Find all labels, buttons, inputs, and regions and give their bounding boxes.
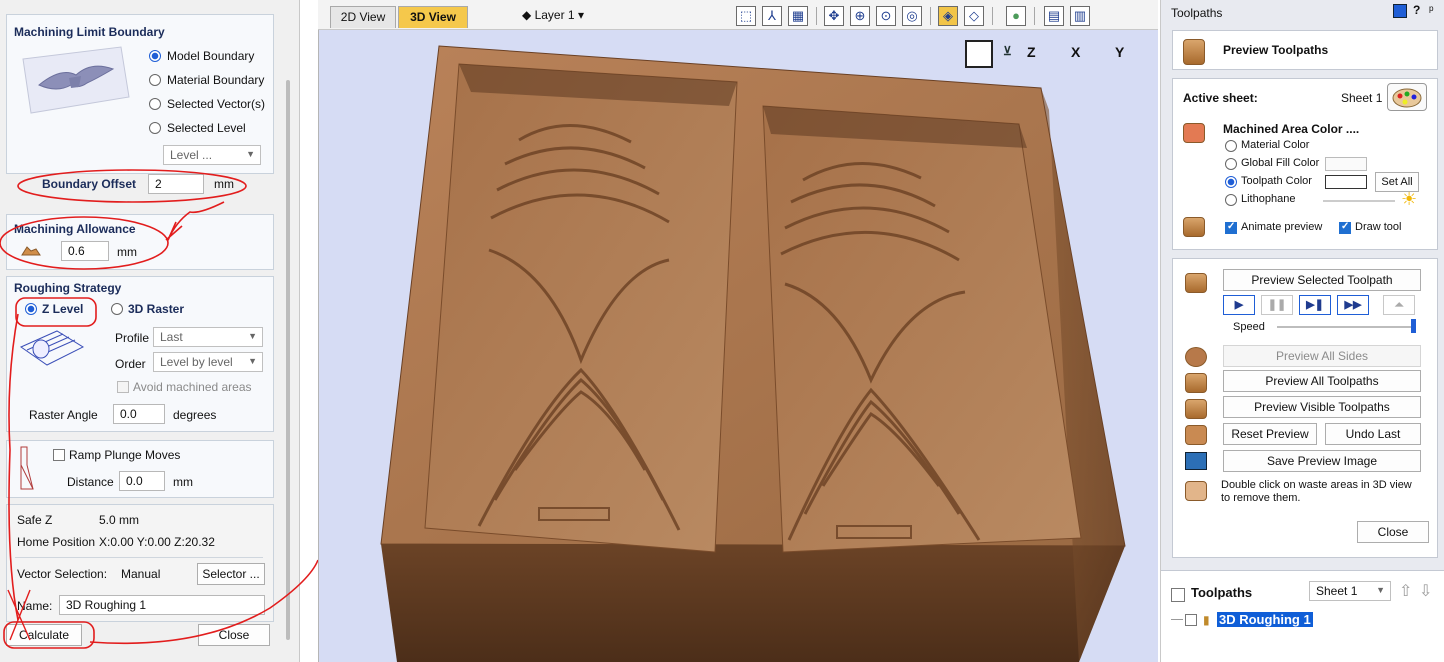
sun-icon: ☀: [1401, 189, 1418, 209]
animate-preview-label: Animate preview: [1241, 221, 1323, 233]
zoom-box-icon[interactable]: ⊙: [876, 6, 896, 26]
play-icon[interactable]: ▶: [1223, 295, 1255, 315]
draw-tool-checkbox[interactable]: [1339, 221, 1351, 234]
chevron-down-icon: ▾: [577, 8, 584, 22]
skip-to-end-icon[interactable]: ⏶: [1383, 295, 1415, 315]
lithophane-label: Lithophane: [1241, 193, 1296, 205]
toolpath-item-checkbox[interactable]: [1185, 614, 1197, 626]
step-icon[interactable]: ▶❚: [1299, 295, 1331, 315]
toolpath-item-icon: ▮: [1203, 613, 1210, 627]
split-view-icon[interactable]: ▥: [1070, 6, 1090, 26]
layer-icon: ◆: [522, 8, 532, 22]
layout-icon[interactable]: ▤: [1044, 6, 1064, 26]
help-icon[interactable]: ?: [1413, 3, 1420, 17]
close-preview-button[interactable]: Close: [1357, 521, 1429, 543]
fast-forward-icon[interactable]: ▶▶: [1337, 295, 1369, 315]
panel-title: Toolpaths: [1171, 6, 1223, 20]
preview-visible-toolpaths-button[interactable]: Preview Visible Toolpaths: [1223, 396, 1421, 418]
shade-icon[interactable]: ◈: [938, 6, 958, 26]
tree-line: [1171, 619, 1183, 620]
toolpath-color-label: Toolpath Color: [1241, 175, 1312, 187]
red-annotations: [0, 169, 319, 649]
animate-preview-checkbox[interactable]: [1225, 221, 1237, 234]
3d-view-canvas[interactable]: ⊻ Z X Y: [318, 0, 1158, 662]
preview-all-sides-button[interactable]: Preview All Sides: [1223, 345, 1421, 367]
pin-icon[interactable]: ᵖ: [1429, 3, 1434, 17]
material-color-label: Material Color: [1241, 139, 1310, 151]
display-options-card: Active sheet: Sheet 1 Machined Area Colo…: [1172, 78, 1438, 250]
grid-icon[interactable]: ▦: [788, 6, 808, 26]
view-x-icon[interactable]: X: [1071, 44, 1080, 60]
iso-view-icon[interactable]: ⊻: [1003, 44, 1012, 58]
global-fill-radio[interactable]: [1225, 158, 1237, 170]
material-color-radio[interactable]: [1225, 140, 1237, 152]
undo-last-button[interactable]: Undo Last: [1325, 423, 1421, 445]
reset-preview-button[interactable]: Reset Preview: [1223, 423, 1317, 445]
speed-slider[interactable]: [1277, 326, 1413, 328]
save-preview-image-button[interactable]: Save Preview Image: [1223, 450, 1421, 472]
toolpaths-list-panel: Toolpaths Sheet 1 ▼ ⇧ ⇩ ▮ 3D Roughing 1: [1161, 570, 1444, 662]
pin-window-icon[interactable]: [1393, 4, 1407, 18]
snap-icon[interactable]: ⅄: [762, 6, 782, 26]
preview-header: Preview Toolpaths: [1172, 30, 1438, 70]
layer-label: Layer 1: [534, 8, 575, 22]
toolpaths-visibility-checkbox[interactable]: [1171, 588, 1185, 602]
toolpath-color-radio[interactable]: [1225, 176, 1237, 188]
palette-icon[interactable]: [1387, 83, 1427, 111]
global-fill-label: Global Fill Color: [1241, 157, 1320, 169]
view-y-icon[interactable]: Y: [1115, 44, 1124, 60]
view-toolbar: 2D View 3D View ◆ Layer 1 ▾ ⬚ ⅄ ▦ ✥ ⊕ ⊙ …: [318, 0, 1158, 30]
lithophane-radio[interactable]: [1225, 194, 1237, 206]
speed-label: Speed: [1233, 321, 1265, 333]
toolbar-separator: [930, 7, 931, 25]
preview-all-sides-icon: [1185, 347, 1207, 367]
toolpath-color-swatch[interactable]: [1325, 175, 1367, 189]
preview-visible-icon: [1185, 399, 1207, 419]
reset-preview-icon: [1185, 425, 1207, 445]
toolbar-separator: [992, 7, 993, 25]
hint-line-1: Double click on waste areas in 3D view: [1221, 479, 1412, 491]
save-disk-icon: [1185, 452, 1207, 470]
zoom-selection-icon[interactable]: ◎: [902, 6, 922, 26]
toolpaths-list-title: Toolpaths: [1191, 585, 1253, 600]
zoom-icon[interactable]: ⊕: [850, 6, 870, 26]
move-up-icon[interactable]: ⇧: [1399, 581, 1412, 601]
preview-brush-icon: [1183, 39, 1205, 65]
machined-color-label: Machined Area Color ....: [1223, 122, 1360, 136]
preview-title: Preview Toolpaths: [1223, 43, 1329, 57]
machined-color-icon: [1183, 123, 1205, 143]
sheet-select-value: Sheet 1: [1316, 584, 1358, 598]
preview-all-toolpaths-button[interactable]: Preview All Toolpaths: [1223, 370, 1421, 392]
layer-dropdown[interactable]: ◆ Layer 1 ▾: [522, 8, 584, 22]
fit-view-icon[interactable]: ⬚: [736, 6, 756, 26]
wireframe-icon[interactable]: ◇: [964, 6, 984, 26]
tab-2d-view[interactable]: 2D View: [330, 6, 396, 28]
toolpath-item-label[interactable]: 3D Roughing 1: [1217, 612, 1313, 627]
chevron-down-icon: ▼: [1376, 585, 1385, 595]
animate-icon: [1183, 217, 1205, 237]
hint-line-2: to remove them.: [1221, 492, 1301, 504]
sheet-select[interactable]: Sheet 1 ▼: [1309, 581, 1391, 601]
lighting-icon[interactable]: ●: [1006, 6, 1026, 26]
pause-icon[interactable]: ❚❚: [1261, 295, 1293, 315]
toolbar-separator: [1034, 7, 1035, 25]
toolpaths-panel: Toolpaths ? ᵖ Preview Toolpaths Active s…: [1160, 0, 1444, 662]
zoom-extents-icon[interactable]: [965, 40, 993, 68]
preview-selected-icon: [1185, 273, 1207, 293]
global-fill-swatch[interactable]: [1325, 157, 1367, 171]
lithophane-slider[interactable]: [1323, 200, 1395, 202]
move-down-icon[interactable]: ⇩: [1419, 581, 1432, 601]
preview-controls-card: Preview Selected Toolpath ▶ ❚❚ ▶❚ ▶▶ ⏶ S…: [1172, 258, 1438, 558]
waste-area-cursor-icon: [1185, 481, 1207, 501]
active-sheet-label: Active sheet:: [1183, 91, 1258, 105]
tab-3d-view[interactable]: 3D View: [398, 6, 468, 28]
view-z-icon[interactable]: Z: [1027, 44, 1036, 60]
pan-icon[interactable]: ✥: [824, 6, 844, 26]
preview-selected-button[interactable]: Preview Selected Toolpath: [1223, 269, 1421, 291]
toolbar-separator: [816, 7, 817, 25]
preview-all-icon: [1185, 373, 1207, 393]
draw-tool-label: Draw tool: [1355, 221, 1402, 233]
speed-slider-thumb[interactable]: [1411, 319, 1416, 333]
active-sheet-value: Sheet 1: [1341, 91, 1383, 105]
